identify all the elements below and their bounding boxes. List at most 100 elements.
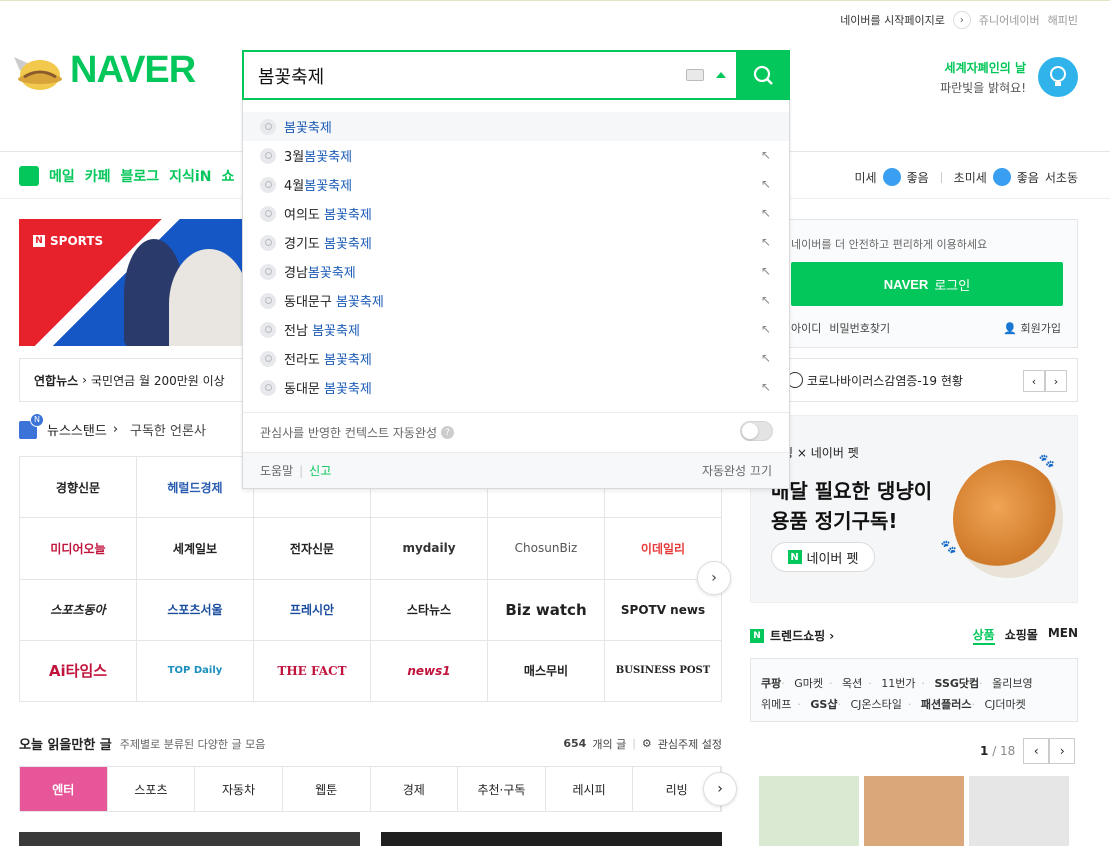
arrow-up-left-icon[interactable]: ↖ [761, 352, 773, 364]
press-logo[interactable]: mydaily [371, 518, 488, 580]
air-quality[interactable]: 미세 좋음 초미세 좋음 서초동 [854, 168, 1078, 186]
next-button[interactable]: › [1045, 370, 1067, 392]
caret-up-icon[interactable] [716, 72, 726, 78]
nav-kin[interactable]: 지식iN [169, 166, 211, 186]
autism-day-promo[interactable]: 세계자폐인의 날 파란빛을 밝혀요! [940, 57, 1078, 97]
keyboard-icon[interactable] [686, 69, 704, 81]
product-image[interactable] [759, 776, 859, 846]
newsstand-title[interactable]: 뉴스스탠드 [47, 420, 107, 439]
next-button[interactable]: › [1049, 738, 1076, 764]
mall-link[interactable]: 쿠팡 [761, 677, 781, 690]
report-link[interactable]: 신고 [309, 462, 331, 479]
mall-link[interactable]: G마켓 [794, 677, 823, 690]
topic-next-button[interactable]: › [703, 772, 737, 806]
find-password-link[interactable]: 비밀번호찾기 [829, 320, 890, 336]
product-image[interactable] [969, 776, 1069, 846]
nav-cafe[interactable]: 카페 [85, 166, 111, 186]
mall-link[interactable]: 패션플러스 [921, 698, 972, 711]
arrow-up-left-icon[interactable]: ↖ [761, 149, 773, 161]
tab-entertainment[interactable]: 엔터 [20, 767, 108, 811]
suggestion-item[interactable]: 4월 봄꽃축제 ↖ [243, 170, 789, 199]
chevron-right-icon[interactable]: › [952, 11, 971, 29]
prev-button[interactable]: ‹ [1023, 370, 1045, 392]
tab-recommend[interactable]: 추천·구독 [458, 767, 546, 811]
arrow-up-left-icon[interactable]: ↖ [761, 236, 773, 248]
press-logo[interactable]: Biz watch [488, 579, 605, 641]
prev-button[interactable]: ‹ [1023, 738, 1050, 764]
tab-recipe[interactable]: 레시피 [546, 767, 634, 811]
interest-settings-link[interactable]: 관심주제 설정 [658, 736, 722, 752]
tab-malls[interactable]: 쇼핑몰 [1005, 626, 1038, 645]
press-next-button[interactable]: › [697, 561, 731, 595]
tab-products[interactable]: 상품 [972, 626, 995, 645]
article-thumbnail[interactable] [381, 832, 722, 846]
press-logo[interactable]: THE FACT [254, 640, 371, 702]
subscribed-press-link[interactable]: 구독한 언론사 [130, 420, 206, 439]
suggestion-item[interactable]: 3월 봄꽃축제 ↖ [243, 141, 789, 170]
press-logo[interactable]: 헤럴드경제 [137, 457, 254, 519]
find-id-link[interactable]: 아이디 [791, 320, 821, 336]
suggestion-item[interactable]: 경기도 봄꽃축제 ↖ [243, 228, 789, 257]
press-logo[interactable]: 미디어오늘 [20, 518, 137, 580]
product-image[interactable] [864, 776, 964, 846]
mall-link[interactable]: 옥션 [842, 677, 862, 690]
mall-link[interactable]: SSG닷컴 [935, 677, 980, 690]
suggestion-item[interactable]: 전남 봄꽃축제 ↖ [243, 315, 789, 344]
press-logo[interactable]: 스포츠동아 [20, 579, 137, 641]
mall-link[interactable]: CJ온스타일 [850, 698, 901, 711]
press-logo[interactable]: news1 [371, 640, 488, 702]
mall-link[interactable]: CJ더마켓 [984, 698, 1025, 711]
tab-webtoon[interactable]: 웹툰 [283, 767, 371, 811]
tab-cars[interactable]: 자동차 [195, 767, 283, 811]
naver-logo[interactable]: NAVER [10, 45, 196, 95]
nav-blog[interactable]: 블로그 [121, 166, 160, 186]
mall-link[interactable]: 11번가 [881, 677, 915, 690]
mall-link[interactable]: 올리브영 [992, 677, 1032, 690]
tab-sports[interactable]: 스포츠 [108, 767, 196, 811]
tab-men[interactable]: MEN [1048, 626, 1078, 645]
suggestion-item[interactable]: 동대문구 봄꽃축제 ↖ [243, 286, 789, 315]
suggestion-item[interactable]: 동대문 봄꽃축제 ↖ [243, 373, 789, 402]
press-logo[interactable]: 스포츠서울 [137, 579, 254, 641]
suggestion-item[interactable]: 경남 봄꽃축제 ↖ [243, 257, 789, 286]
press-logo[interactable]: Ai타임스 [20, 640, 137, 702]
press-logo[interactable]: BUSINESS POST [605, 640, 722, 702]
press-logo[interactable]: 프레시안 [254, 579, 371, 641]
press-logo[interactable]: 매스무비 [488, 640, 605, 702]
start-page-link[interactable]: 네이버를 시작페이지로 [840, 12, 945, 28]
search-input[interactable] [258, 64, 678, 88]
naver-pet-button[interactable]: N 네이버 펫 [771, 542, 875, 572]
press-logo[interactable]: 경향신문 [20, 457, 137, 519]
press-logo[interactable]: 전자신문 [254, 518, 371, 580]
mall-link[interactable]: 위메프 [761, 698, 791, 711]
suggestion-item[interactable]: 여의도 봄꽃축제 ↖ [243, 199, 789, 228]
happybean-link[interactable]: 해피빈 [1048, 12, 1078, 28]
news-ticker[interactable]: 연합뉴스 › 국민연금 월 200만원 이상 [19, 358, 249, 402]
login-button[interactable]: NAVER 로그인 [791, 262, 1063, 306]
pet-ad-banner[interactable]: 쇼핑 × 네이버 펫 매달 필요한 댕냥이 용품 정기구독! N 네이버 펫 🐾 … [750, 415, 1078, 603]
press-logo[interactable]: 세계일보 [137, 518, 254, 580]
search-button[interactable] [736, 50, 790, 100]
suggestion-item[interactable]: 봄꽃축제 [243, 112, 789, 141]
press-logo[interactable]: TOP Daily [137, 640, 254, 702]
junior-naver-link[interactable]: 쥬니어네이버 [979, 12, 1040, 28]
arrow-up-left-icon[interactable]: ↖ [761, 381, 773, 393]
press-logo[interactable]: ChosunBiz [488, 518, 605, 580]
help-icon[interactable]: ? [441, 426, 455, 439]
arrow-up-left-icon[interactable]: ↖ [761, 207, 773, 219]
press-logo[interactable]: 스타뉴스 [371, 579, 488, 641]
suggestion-item[interactable]: 전라도 봄꽃축제 ↖ [243, 344, 789, 373]
mail-icon[interactable] [19, 166, 39, 186]
covid-status[interactable]: 코로나바이러스감염증-19 현황 ‹ › [750, 358, 1078, 402]
arrow-up-left-icon[interactable]: ↖ [761, 323, 773, 335]
trend-title[interactable]: 트렌드쇼핑 [770, 627, 825, 644]
arrow-up-left-icon[interactable]: ↖ [761, 294, 773, 306]
autocomplete-off-link[interactable]: 자동완성 끄기 [702, 462, 772, 479]
article-thumbnail[interactable] [19, 832, 360, 846]
gear-icon[interactable]: ⚙ [642, 737, 652, 750]
tab-economy[interactable]: 경제 [371, 767, 459, 811]
nav-shopping[interactable]: 쇼 [221, 166, 234, 186]
nav-mail[interactable]: 메일 [49, 166, 75, 186]
mall-link[interactable]: GS샵 [810, 698, 837, 711]
arrow-up-left-icon[interactable]: ↖ [761, 178, 773, 190]
